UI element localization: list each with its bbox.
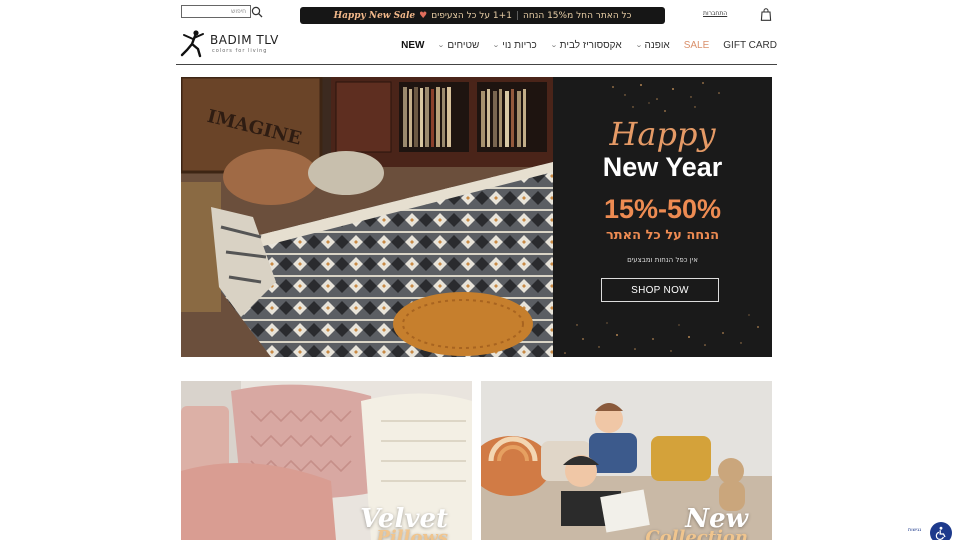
nav-divider [176,64,777,65]
nav-item-label: NEW [401,39,425,51]
nav-item-gift-card[interactable]: GIFT CARD [723,40,777,51]
search-icon[interactable] [251,6,263,18]
nav-item-rugs[interactable]: שטיחים ⌄ [437,39,480,51]
promo-separator: | [515,10,519,21]
search-input[interactable]: חיפוש [181,5,251,18]
nav-item-pillows[interactable]: כריות נוי ⌄ [492,39,537,51]
shop-now-button[interactable]: SHOP NOW [601,278,719,302]
hero-disclaimer: אין כפל הנחות ומבצעים [627,256,698,264]
heart-icon: ♥ [419,10,428,21]
shopping-bag-icon[interactable] [760,8,772,21]
promo-text-main: כל האתר החל מ15% הנחה [522,10,632,21]
nav-item-label: אקססוריז לבית [559,39,622,51]
chevron-down-icon: ⌄ [492,42,501,49]
wheelchair-icon [935,526,946,540]
logo-name: BADIM TLV [210,33,279,47]
tile-title-line2: Collection [645,527,748,540]
nav-item-home-accessories[interactable]: אקססוריז לבית ⌄ [549,39,622,51]
accessibility-button[interactable] [930,522,952,540]
promo-brand: Happy New Sale [333,10,416,21]
chevron-down-icon: ⌄ [634,42,643,49]
chevron-down-icon: ⌄ [549,42,558,49]
nav-item-sale[interactable]: SALE [684,40,710,51]
nav-item-label: שטיחים [447,39,480,51]
nav-item-label: SALE [683,39,710,51]
nav-item-label: כריות נוי [502,39,537,51]
main-nav: NEW שטיחים ⌄ כריות נוי ⌄ אקססוריז לבית ⌄… [401,36,777,54]
category-tile-new-collection[interactable]: New Collection [481,381,772,540]
nav-item-fashion[interactable]: אופנה ⌄ [634,39,670,51]
hero-rug-photo: IMAGINE [181,77,553,357]
site-logo[interactable]: BADIM TLV colors for living [179,28,284,58]
hero-discount-subtitle: הנחה על כל האתר [605,228,720,243]
tile-title-line2: Pillows [376,527,448,540]
hero-discount-range: 15%-50% [603,194,722,224]
logo-tagline: colors for living [212,48,268,54]
nav-item-label: GIFT CARD [723,39,777,51]
hero-happy-text: Happy [609,115,716,153]
nav-item-new[interactable]: NEW [401,40,424,51]
nav-item-label: אופנה [644,39,670,51]
promo-text-extra: 1+1 על כל הצעיפים [431,10,512,21]
promo-banner[interactable]: כל האתר החל מ15% הנחה | 1+1 על כל הצעיפי… [300,7,665,24]
login-link[interactable]: התחברות [703,10,727,17]
hero-new-year-text: New Year [602,152,723,182]
chevron-down-icon: ⌄ [437,42,446,49]
hero-sale-panel: Happy New Year 15%-50% הנחה על כל האתר א… [553,77,772,357]
hero-banner[interactable]: IMAGINE Happy New Year 15%-50% הנחה על כ… [181,77,772,357]
accessibility-label: נגישות [908,527,922,533]
dancer-logo-icon [180,30,204,58]
category-tile-velvet-pillows[interactable]: Velvet Pillows [181,381,472,540]
